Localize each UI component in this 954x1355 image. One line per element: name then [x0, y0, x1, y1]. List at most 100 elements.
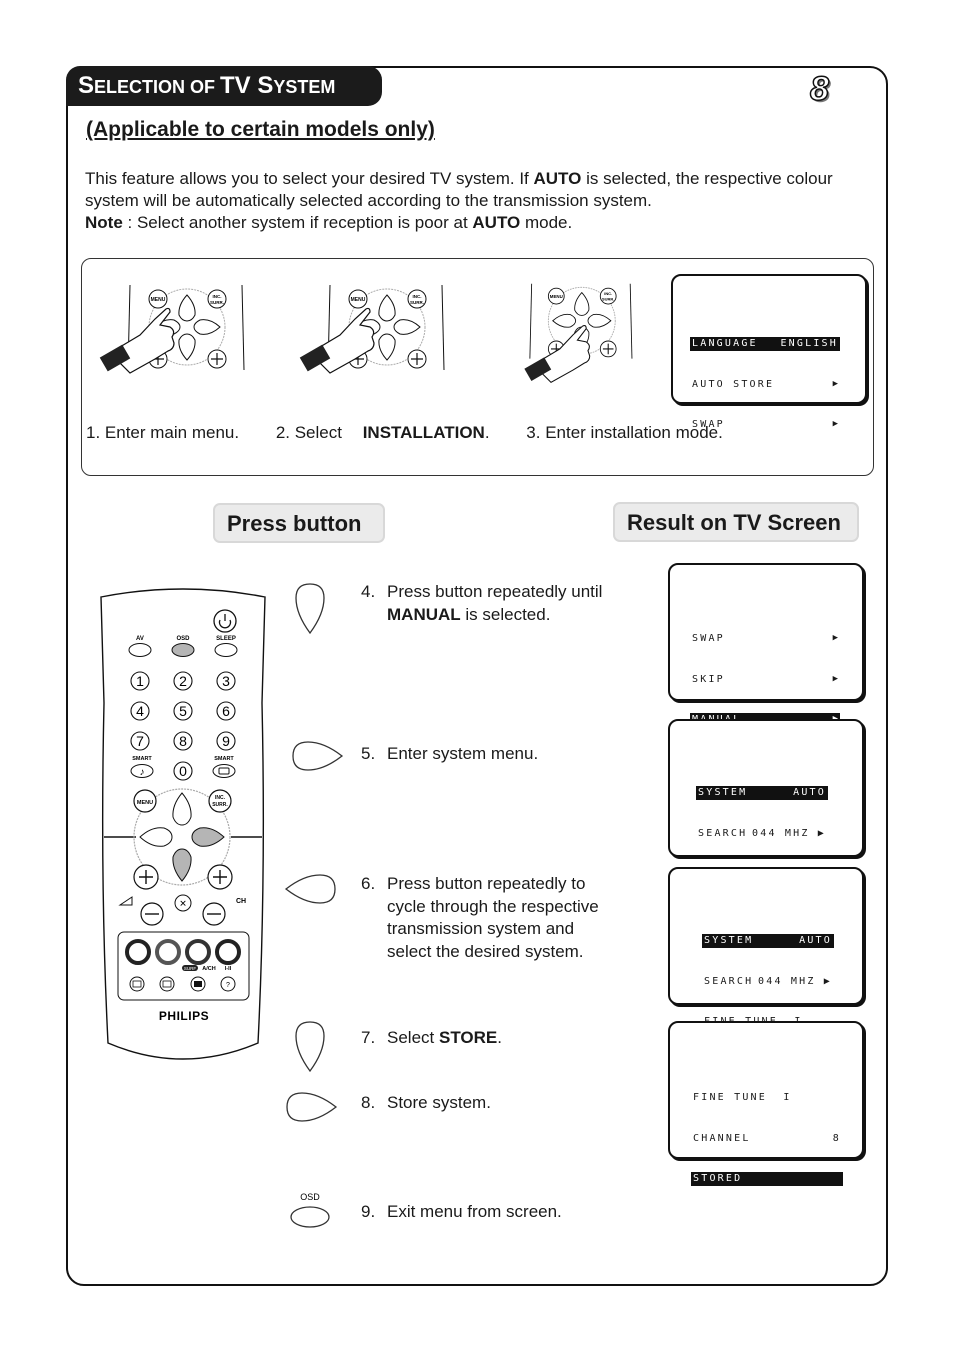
- digit-8-button[interactable]: 8: [173, 731, 193, 751]
- osd-row: SEARCH 044 MHZ ▶: [704, 975, 832, 987]
- title-part: YSTEM: [273, 77, 336, 97]
- svg-text:0: 0: [179, 763, 187, 779]
- smart-picture-label: SMART: [214, 756, 234, 762]
- prep-step-3: 3. Enter installation mode.: [526, 423, 723, 442]
- menu-button[interactable]: MENU: [547, 287, 565, 305]
- channel-label: CH: [236, 898, 246, 905]
- page-number: 8: [809, 69, 829, 109]
- plus-button[interactable]: [599, 340, 617, 358]
- channel-up-button[interactable]: [207, 864, 233, 890]
- inc-surr-button[interactable]: INC. SURR.: [208, 789, 232, 813]
- title-part: TV S: [220, 72, 274, 99]
- inc-surr-button[interactable]: INC.SURR.: [599, 287, 617, 305]
- note-text: mode.: [520, 213, 573, 232]
- digit-2-button[interactable]: 2: [173, 671, 193, 691]
- plus-button[interactable]: [207, 349, 227, 369]
- smart-sound-label: SMART: [132, 756, 152, 762]
- volume-down-button[interactable]: [140, 902, 164, 926]
- av-button[interactable]: [128, 643, 152, 657]
- sleep-button[interactable]: [214, 643, 238, 657]
- menu-button[interactable]: MENU: [348, 289, 368, 309]
- inc-surr-button[interactable]: INC.SURR.: [407, 289, 427, 309]
- svg-text:7: 7: [136, 733, 144, 749]
- tv-screen-result-system-cycle: SYSTEMAUTO SEARCH044 MHZ ▶ FINE TUNE I: [668, 867, 864, 1027]
- svg-text:8: 8: [179, 733, 187, 749]
- hand-pressing-right-illustration: MENU INC.SURR.: [524, 283, 633, 384]
- digit-5-button[interactable]: 5: [173, 701, 193, 721]
- arrow-right-icon: ▶: [832, 673, 838, 684]
- osd-row: FINE TUNE I: [693, 1092, 792, 1103]
- svg-text:INC.: INC.: [213, 294, 222, 299]
- cursor-down-button-icon: [295, 1021, 325, 1073]
- sleep-label: SLEEP: [216, 636, 236, 642]
- cursor-down-button[interactable]: [178, 333, 196, 361]
- svg-text:MENU: MENU: [137, 800, 153, 806]
- cursor-up-button[interactable]: [378, 294, 396, 322]
- osd-row: SEARCH 044 MHZ ▶: [698, 827, 826, 839]
- volume-up-button[interactable]: [133, 864, 159, 890]
- mix-button[interactable]: [159, 976, 175, 992]
- remote-edge: [529, 283, 533, 359]
- ach-label: A/CH: [202, 966, 215, 972]
- mute-button[interactable]: ✕: [174, 894, 192, 912]
- cursor-right-button-icon: [286, 1092, 338, 1122]
- digit-1-button[interactable]: 1: [130, 671, 150, 691]
- reveal-button[interactable]: ?: [220, 976, 236, 992]
- cursor-down-button[interactable]: [378, 333, 396, 361]
- av-label: AV: [136, 636, 144, 642]
- svg-text:MENU: MENU: [351, 297, 366, 303]
- dual-label: I-II: [225, 966, 232, 972]
- blue-button[interactable]: [215, 939, 241, 965]
- intro-bold: AUTO: [533, 169, 582, 188]
- cursor-right-button[interactable]: [587, 313, 612, 328]
- cursor-up-button[interactable]: [574, 291, 590, 316]
- svg-text:SURR.: SURR.: [410, 300, 424, 305]
- tv-screen-result-manual: SWAP▶ SKIP▶ MANUAL▶: [668, 563, 864, 727]
- digit-9-button[interactable]: 9: [216, 731, 236, 751]
- svg-text:?: ?: [226, 982, 230, 989]
- teletext-button[interactable]: [129, 976, 145, 992]
- intro-text-part: This feature allows you to select your d…: [85, 169, 534, 188]
- cursor-left-button[interactable]: [552, 313, 577, 328]
- digit-4-button[interactable]: 4: [130, 701, 150, 721]
- smart-picture-button[interactable]: [212, 764, 236, 778]
- svg-text:INC.: INC.: [413, 294, 422, 299]
- digit-7-button[interactable]: 7: [130, 731, 150, 751]
- cursor-up-button-icon: [295, 583, 325, 635]
- plus-button[interactable]: [407, 349, 427, 369]
- osd-menu: FINE TUNE I CHANNEL 8 STORED: [691, 1064, 843, 1213]
- menu-button[interactable]: MENU: [148, 289, 168, 309]
- red-button[interactable]: [125, 939, 151, 965]
- arrow-right-icon: ▶: [832, 419, 838, 429]
- green-button[interactable]: [155, 939, 181, 965]
- hold-button[interactable]: [190, 976, 206, 992]
- remote-edge: [629, 283, 633, 359]
- yellow-button[interactable]: [185, 939, 211, 965]
- digit-3-button[interactable]: 3: [216, 671, 236, 691]
- digit-6-button[interactable]: 6: [216, 701, 236, 721]
- osd-label: OSD: [176, 636, 190, 642]
- channel-down-button[interactable]: [202, 902, 226, 926]
- cursor-up-button[interactable]: [178, 294, 196, 322]
- result-on-tv-header: Result on TV Screen: [613, 502, 859, 542]
- arrow-right-icon: ▶: [832, 378, 838, 389]
- inc-surr-button[interactable]: INC.SURR.: [207, 289, 227, 309]
- cursor-right-button[interactable]: [193, 319, 221, 335]
- remote-edge: [241, 284, 245, 371]
- cursor-right-button[interactable]: [393, 319, 421, 335]
- arrow-right-icon: ▶: [832, 633, 838, 643]
- svg-text:MENU: MENU: [550, 294, 563, 299]
- osd-button[interactable]: [171, 643, 195, 657]
- preparation-steps: 1. Enter main menu. 2. Select INSTALLATI…: [86, 423, 755, 443]
- svg-text:4: 4: [136, 703, 144, 719]
- surf-label: SURF: [184, 966, 197, 971]
- subtitle: (Applicable to certain models only): [86, 118, 435, 141]
- digit-0-button[interactable]: 0: [173, 761, 193, 781]
- menu-button[interactable]: MENU: [133, 789, 157, 813]
- press-button-header: Press button: [213, 503, 385, 543]
- power-button[interactable]: [213, 609, 237, 633]
- svg-text:9: 9: [222, 733, 230, 749]
- svg-text:6: 6: [222, 703, 230, 719]
- tv-screen-installation-menu: LANGUAGE ENGLISH AUTO STORE ▶ SWAP ▶: [671, 274, 867, 430]
- hand-pressing-menu-illustration: MENU INC.SURR.: [99, 284, 245, 374]
